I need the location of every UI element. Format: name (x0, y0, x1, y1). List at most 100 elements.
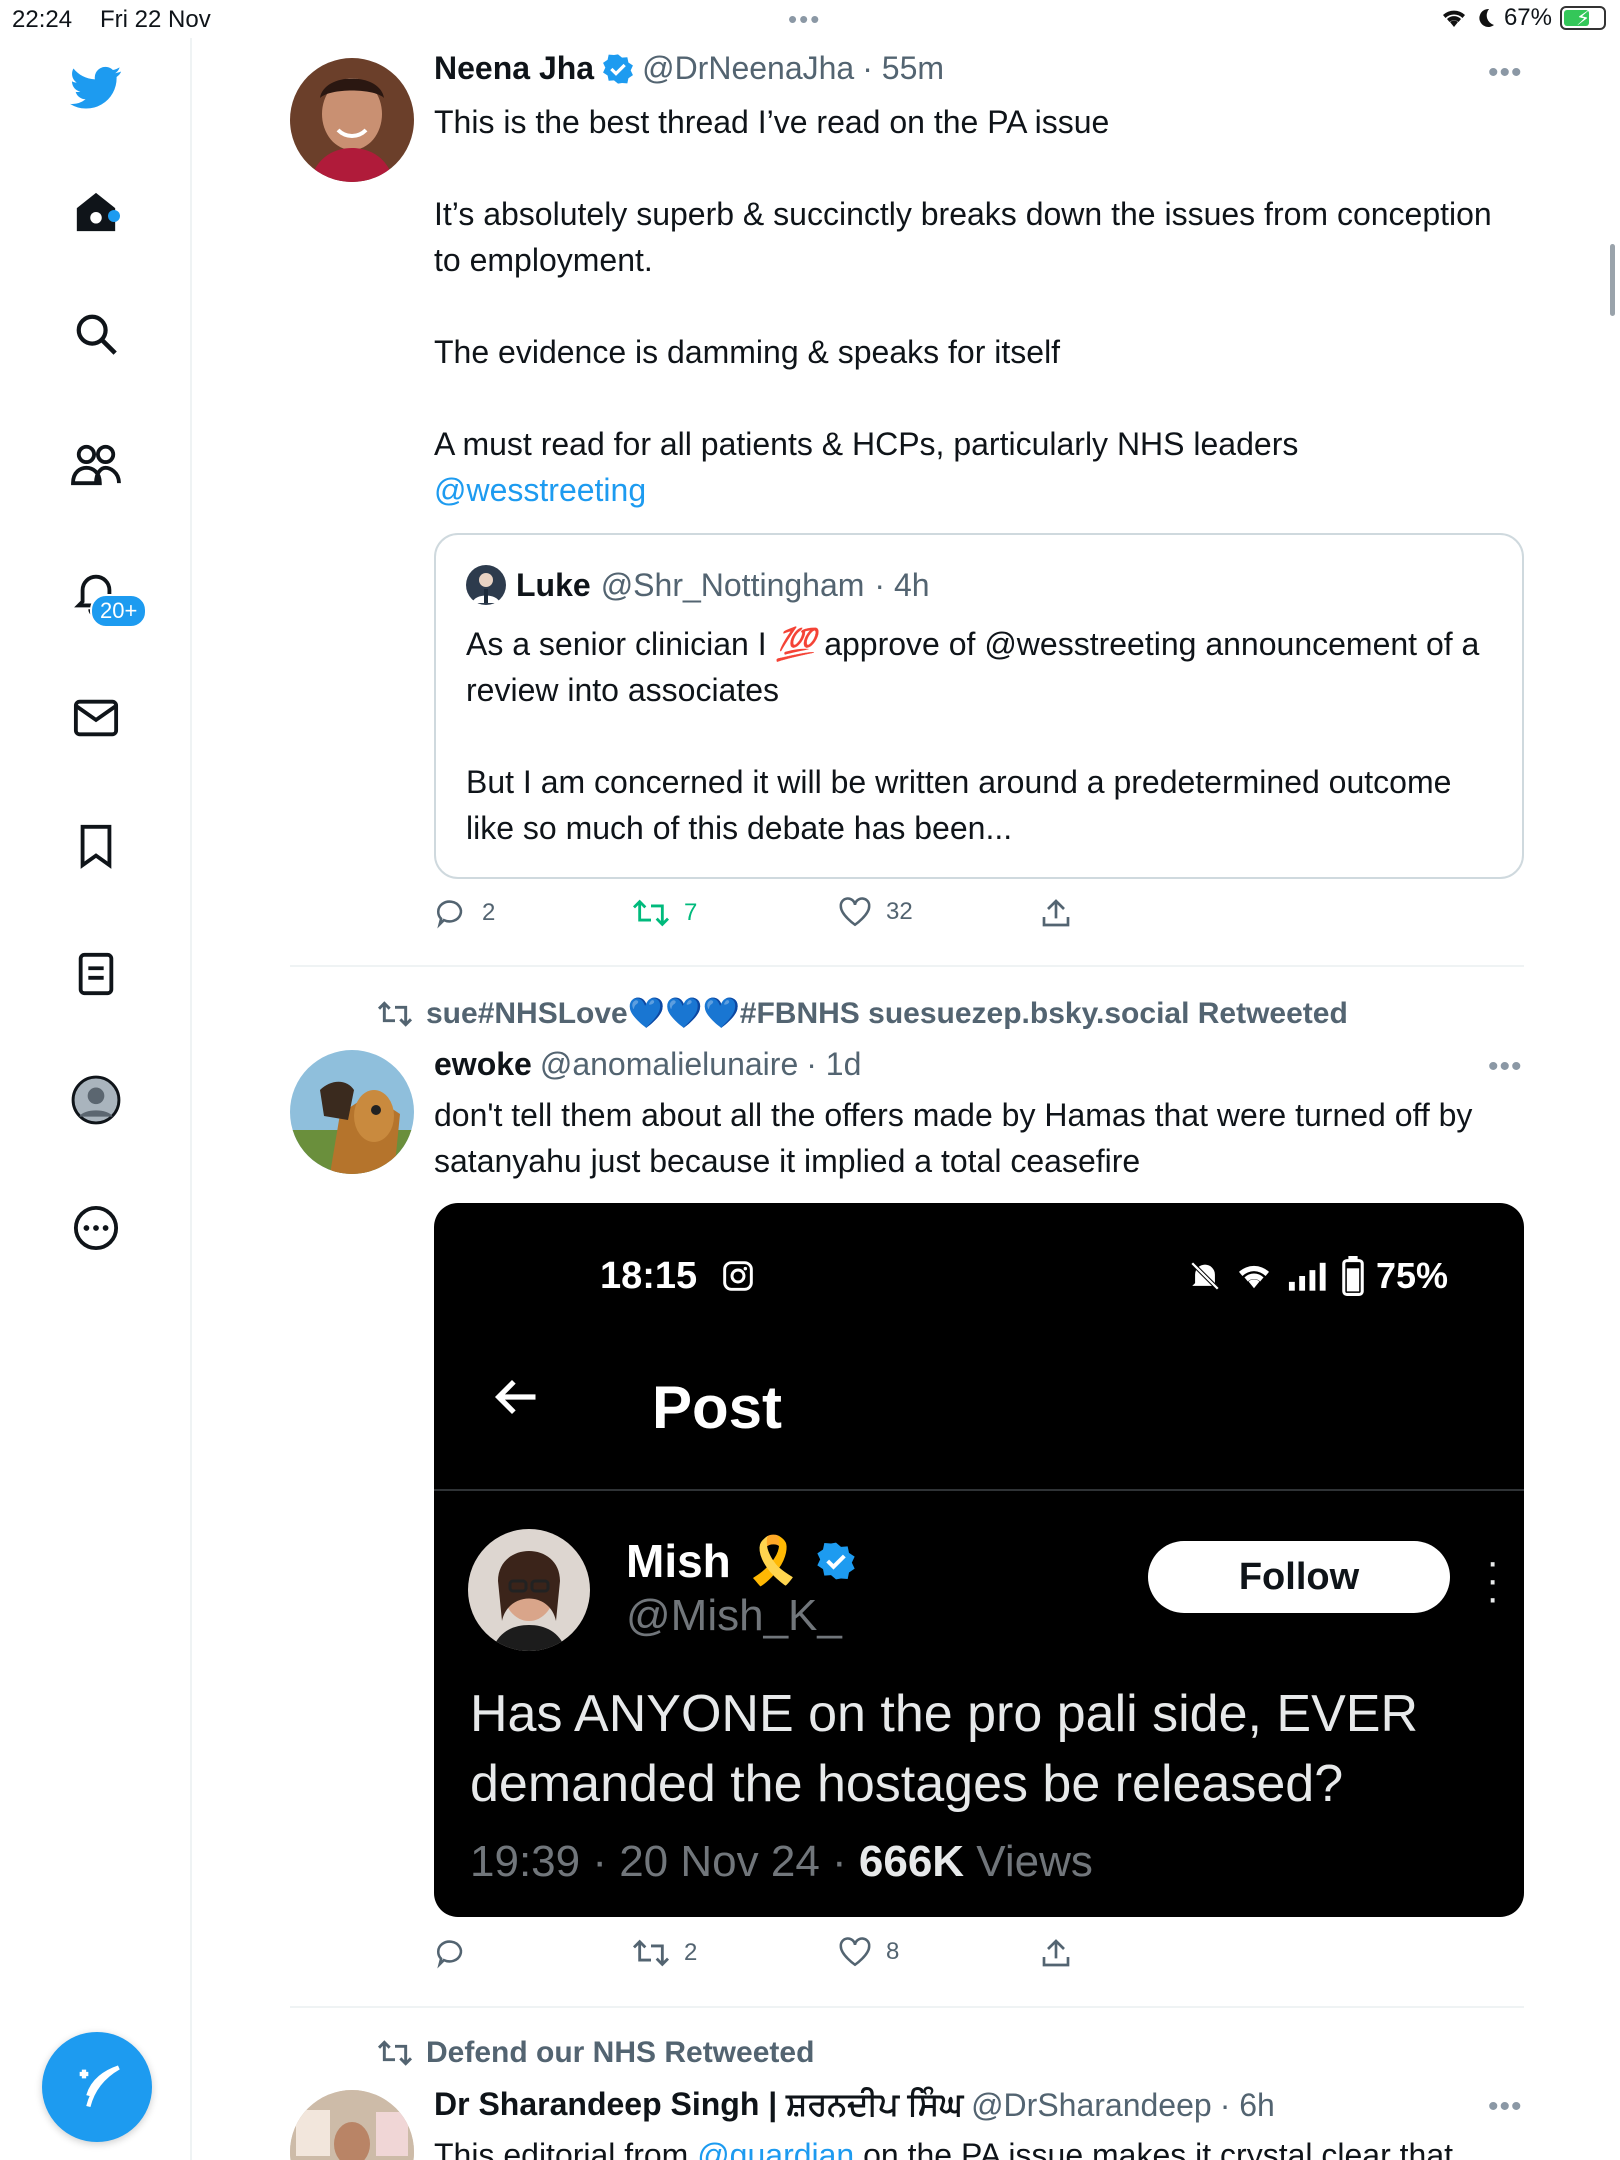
media-views-count: 666K (858, 1837, 965, 1886)
media-author: Mish 🎗️ (626, 1533, 856, 1588)
media-divider (434, 1489, 1524, 1491)
tweet-divider (290, 965, 1524, 967)
compose-tweet-button[interactable] (42, 2032, 152, 2142)
compose-feather-icon (79, 2065, 120, 2108)
wifi-icon (1239, 1265, 1269, 1289)
tweet-time[interactable]: · 6h (1220, 2087, 1275, 2124)
author-handle[interactable]: @anomalielunaire (540, 1046, 798, 1083)
quote-time: · 4h (874, 566, 930, 603)
battery-percent: 67% (1503, 4, 1552, 31)
author-handle[interactable]: @DrNeenaJha (642, 50, 854, 87)
tweet-more-icon[interactable]: ••• (1488, 56, 1523, 90)
tweet-more-icon[interactable]: ••• (1488, 1050, 1523, 1084)
tweet-header: Neena Jha @DrNeenaJha · 55m (434, 50, 944, 87)
bookmarks-icon[interactable] (70, 820, 122, 872)
back-arrow-icon (494, 1379, 536, 1415)
like-button[interactable]: 32 (838, 896, 913, 928)
share-icon (1042, 899, 1070, 927)
author-name[interactable]: Neena Jha (434, 50, 594, 87)
retweet-button[interactable]: 2 (632, 1936, 697, 1970)
profile-avatar-icon[interactable] (70, 1074, 122, 1126)
tweet-text: This is the best thread I’ve read on the… (434, 99, 1524, 513)
tweet-time[interactable]: · 55m (862, 50, 944, 87)
share-button[interactable] (1040, 1936, 1072, 1970)
notifications-badge: 20+ (90, 594, 148, 628)
retweet-count: 7 (684, 899, 698, 926)
like-count: 8 (886, 1938, 900, 1965)
retweeted-by-text: Defend our NHS Retweeted (426, 2036, 815, 2069)
retweeted-by[interactable]: sue#NHSLove💙💙💙#FBNHS suesuezep.bsky.soci… (376, 996, 1348, 1031)
mention-link[interactable]: @wesstreeting (434, 467, 1524, 513)
retweet-count: 2 (684, 1939, 698, 1966)
tweet-time[interactable]: · 1d (806, 1046, 861, 1083)
avatar[interactable] (290, 2090, 414, 2160)
like-button[interactable]: 8 (838, 1936, 899, 1968)
hundred-emoji: 💯 (775, 626, 816, 662)
media-status-right: 75% (1188, 1255, 1448, 1297)
quote-author-handle[interactable]: @Shr_Nottingham (601, 567, 865, 604)
mute-bell-icon (1190, 1261, 1220, 1291)
tweet-paragraph: The evidence is damming & speaks for its… (434, 334, 1061, 370)
tweet-actions: 2 7 32 (434, 896, 1094, 936)
quoted-tweet[interactable]: Luke @Shr_Nottingham · 4h As a senior cl… (434, 533, 1524, 879)
battery-icon (1342, 1256, 1364, 1296)
status-right: 67% ⚡ (1440, 4, 1606, 32)
quote-paragraph: As a senior clinician I 💯 approve of @we… (466, 621, 1496, 713)
retweeted-by-text: sue#NHSLove💙💙💙#FBNHS suesuezep.bsky.soci… (426, 997, 1348, 1030)
author-handle[interactable]: @DrSharandeep (971, 2087, 1212, 2124)
home-unread-dot (108, 210, 120, 222)
retweet-icon (377, 2040, 413, 2066)
tweet-text: This editorial from @guardian on the PA … (434, 2132, 1524, 2160)
avatar[interactable] (290, 1050, 414, 1174)
instagram-icon (722, 1261, 753, 1291)
tweet-more-icon[interactable]: ••• (1488, 2090, 1523, 2124)
communities-icon[interactable] (70, 438, 122, 490)
author-name[interactable]: ewoke (434, 1046, 532, 1083)
heart-icon (839, 1937, 871, 1967)
share-button[interactable] (1040, 896, 1072, 930)
search-icon[interactable] (70, 308, 122, 360)
retweet-button[interactable]: 7 (632, 896, 697, 930)
media-views-label: Views (964, 1837, 1093, 1886)
tweet-text-part: on the PA issue makes it crystal clear t… (854, 2137, 1453, 2160)
avatar[interactable] (290, 58, 414, 182)
scrollbar[interactable] (1610, 244, 1615, 316)
quote-text-part: As a senior clinician I (466, 626, 776, 662)
ribbon-emoji: 🎗️ (744, 1534, 803, 1586)
reply-icon (436, 1940, 463, 1969)
like-count: 32 (886, 898, 913, 925)
mention-link[interactable]: @guardian (697, 2137, 854, 2160)
tweet-text-part: This editorial from (434, 2137, 698, 2160)
heart-icon (839, 897, 871, 927)
avatar (466, 565, 506, 605)
tweet-text: don't tell them about all the offers mad… (434, 1097, 1473, 1179)
verified-badge-icon (603, 53, 634, 84)
status-date: Fri 22 Nov (100, 6, 211, 33)
twitter-logo-icon[interactable] (70, 62, 122, 114)
reply-button[interactable]: 2 (434, 896, 495, 930)
lists-icon[interactable] (70, 948, 122, 1000)
reply-count: 2 (482, 899, 496, 926)
media-author-name: Mish (626, 1534, 731, 1587)
quote-author-name[interactable]: Luke (516, 567, 591, 604)
moon-icon (1479, 8, 1494, 27)
quote-text: As a senior clinician I 💯 approve of @we… (466, 621, 1496, 851)
retweet-icon (632, 1939, 670, 1967)
media-status-time: 18:15 (600, 1255, 754, 1298)
quote-header: Luke @Shr_Nottingham · 4h (466, 565, 930, 605)
wifi-icon (1442, 10, 1465, 27)
battery-icon: ⚡ (1560, 6, 1606, 30)
tweet-media-image[interactable]: 18:15 75% Post Mish 🎗️ @Mish_K_ Follow ·… (434, 1203, 1524, 1917)
reply-button[interactable] (434, 1936, 482, 1970)
more-options-icon[interactable] (70, 1202, 122, 1254)
signal-icon (1288, 1262, 1326, 1291)
messages-icon[interactable] (70, 692, 122, 744)
retweeted-by[interactable]: Defend our NHS Retweeted (376, 2036, 814, 2070)
media-time-text: 18:15 (600, 1255, 698, 1297)
media-post-text: Has ANYONE on the pro pali side, EVER de… (470, 1685, 1419, 1813)
author-name[interactable]: Dr Sharandeep Singh | ਸ਼ਰਨਦੀਪ ਸਿੰਘ (434, 2086, 963, 2124)
media-post-meta: 19:39 · 20 Nov 24 · 666K Views (470, 1837, 1093, 1887)
media-follow-button: Follow (1148, 1541, 1450, 1613)
multitasking-dots[interactable]: ••• (788, 4, 821, 35)
tweet-header: Dr Sharandeep Singh | ਸ਼ਰਨਦੀਪ ਸਿੰਘ @DrSh… (434, 2086, 1275, 2124)
